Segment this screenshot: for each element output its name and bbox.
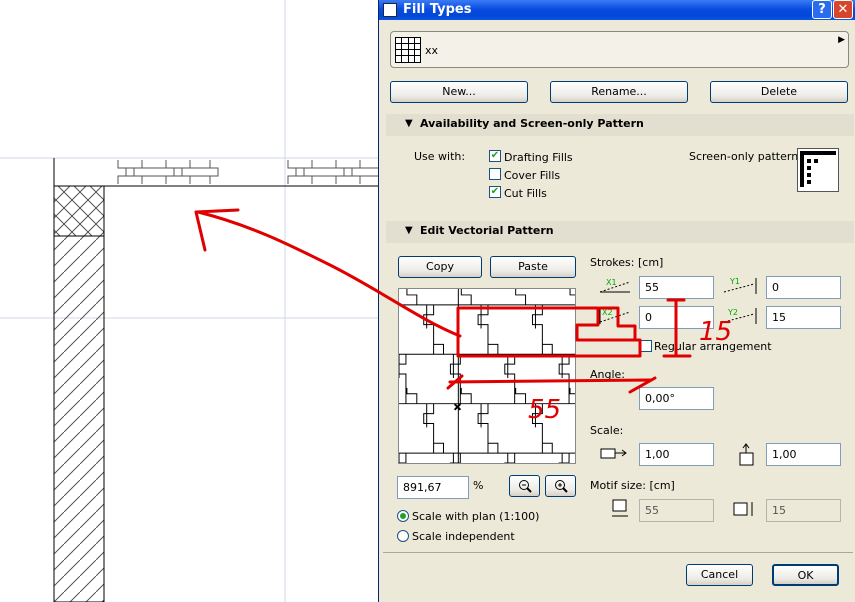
scale-label: Scale:: [590, 424, 624, 437]
scale-with-plan-radio[interactable]: [397, 510, 409, 522]
angle-field[interactable]: 0,00°: [639, 387, 714, 410]
fill-grid-icon: [395, 37, 421, 63]
zoom-in-button[interactable]: [545, 475, 576, 497]
drafting-fills-checkbox[interactable]: ✔: [489, 150, 501, 162]
rename-button[interactable]: Rename...: [550, 81, 688, 103]
scale-x-field[interactable]: 1,00: [639, 443, 714, 466]
copy-button[interactable]: Copy: [398, 256, 482, 278]
origin-marker-icon: ✕: [453, 403, 461, 414]
section-title: Availability and Screen-only Pattern: [420, 117, 644, 130]
new-button[interactable]: New...: [390, 81, 528, 103]
scale-y-field[interactable]: 1,00: [766, 443, 841, 466]
scale-independent-label: Scale independent: [412, 530, 515, 543]
collapse-triangle-icon[interactable]: ▼: [405, 225, 413, 236]
motif-height-icon: [733, 502, 753, 516]
svg-text:X2: X2: [602, 308, 613, 317]
help-button[interactable]: ?: [812, 0, 832, 19]
title-bar[interactable]: Fill Types ? ✕: [379, 0, 855, 20]
motif-size-label: Motif size: [cm]: [590, 479, 675, 492]
drafting-fills-label: Drafting Fills: [504, 151, 573, 164]
angle-label: Angle:: [590, 368, 626, 381]
chevron-right-icon[interactable]: ▶: [838, 35, 845, 45]
scale-independent-radio[interactable]: [397, 530, 409, 542]
selected-fill-name: xx: [425, 44, 439, 57]
y2-field[interactable]: 15: [766, 306, 841, 329]
cover-fills-label: Cover Fills: [504, 169, 561, 182]
zoom-out-icon: [518, 480, 532, 493]
availability-section-header[interactable]: ▼ Availability and Screen-only Pattern: [386, 114, 854, 136]
cut-fills-checkbox[interactable]: ✔: [489, 186, 501, 198]
delete-button[interactable]: Delete: [710, 81, 848, 103]
vertical-scale-icon: [739, 443, 754, 466]
zoom-unit-label: %: [473, 479, 484, 492]
app-icon: [383, 3, 397, 17]
motif-width-icon: [612, 499, 628, 517]
scale-with-plan-label: Scale with plan (1:100): [412, 510, 540, 523]
pattern-motif-lines: [399, 289, 575, 463]
cancel-button[interactable]: Cancel: [686, 564, 753, 586]
zoom-in-icon: [554, 480, 568, 493]
regular-arrangement-checkbox[interactable]: [640, 340, 652, 352]
fill-type-selector[interactable]: xx ▶: [390, 31, 849, 68]
zoom-field[interactable]: 891,67: [397, 476, 469, 499]
svg-text:Y1: Y1: [729, 277, 740, 286]
x1-icon: X1: [599, 278, 631, 293]
strokes-label: Strokes: [cm]: [590, 256, 664, 269]
paste-button[interactable]: Paste: [490, 256, 576, 278]
x2-field[interactable]: 0: [639, 306, 714, 329]
svg-text:Y2: Y2: [727, 308, 738, 317]
ok-button[interactable]: OK: [772, 564, 839, 586]
screen-pattern-picker[interactable]: [797, 148, 839, 192]
svg-text:X1: X1: [606, 278, 617, 287]
pattern-preview[interactable]: ✕: [398, 288, 576, 464]
y2-icon: Y2: [723, 308, 757, 324]
vectorial-section-header[interactable]: ▼ Edit Vectorial Pattern: [386, 221, 854, 243]
motif-width-field: 55: [639, 499, 714, 522]
drawing-canvas[interactable]: [0, 0, 380, 602]
collapse-triangle-icon[interactable]: ▼: [405, 118, 413, 129]
x1-field[interactable]: 55: [639, 276, 714, 299]
section-title: Edit Vectorial Pattern: [420, 224, 554, 237]
zoom-out-button[interactable]: [509, 475, 540, 497]
cut-fills-label: Cut Fills: [504, 187, 547, 200]
close-button[interactable]: ✕: [833, 0, 853, 19]
footer-divider: [383, 552, 853, 553]
use-with-label: Use with:: [414, 150, 466, 163]
motif-height-field: 15: [766, 499, 841, 522]
regular-arrangement-label: Regular arrangement: [654, 340, 772, 353]
y1-icon: Y1: [723, 277, 757, 294]
horizontal-scale-icon: [600, 448, 627, 459]
x2-icon: X2: [599, 308, 631, 324]
screen-pattern-label: Screen-only pattern:: [689, 150, 802, 163]
y1-field[interactable]: 0: [766, 276, 841, 299]
dialog-title: Fill Types: [403, 2, 472, 17]
cover-fills-checkbox[interactable]: [489, 168, 501, 180]
